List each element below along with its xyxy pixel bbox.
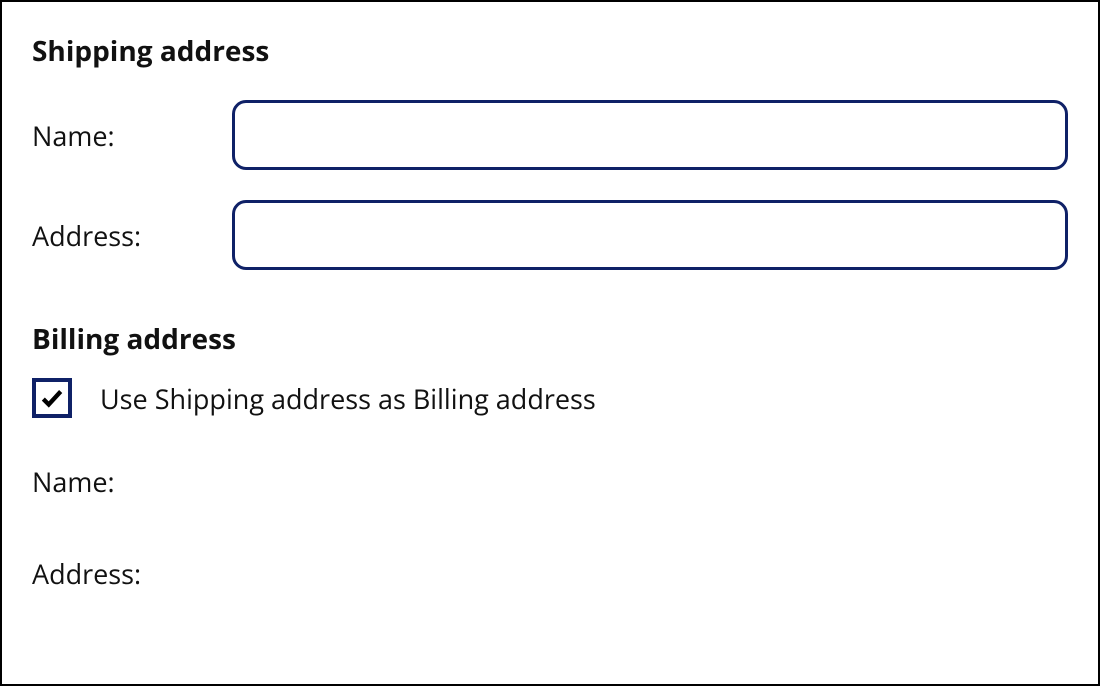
billing-name-label: Name:: [32, 463, 115, 500]
shipping-address-row: Address:: [32, 200, 1068, 270]
shipping-address-label: Address:: [32, 217, 232, 254]
billing-address-row: Address:: [32, 555, 1068, 592]
shipping-name-row: Name:: [32, 100, 1068, 170]
check-icon: [39, 385, 65, 411]
shipping-heading: Shipping address: [32, 32, 1068, 70]
shipping-name-input[interactable]: [232, 100, 1068, 170]
use-shipping-checkbox-row: Use Shipping address as Billing address: [32, 378, 1068, 418]
billing-heading: Billing address: [32, 320, 1068, 358]
address-form-panel: Shipping address Name: Address: Billing …: [0, 0, 1100, 686]
use-shipping-checkbox[interactable]: [32, 378, 72, 418]
shipping-name-label: Name:: [32, 117, 232, 154]
use-shipping-checkbox-label: Use Shipping address as Billing address: [100, 380, 596, 417]
billing-name-row: Name:: [32, 463, 1068, 500]
shipping-address-input[interactable]: [232, 200, 1068, 270]
billing-address-label: Address:: [32, 555, 141, 592]
